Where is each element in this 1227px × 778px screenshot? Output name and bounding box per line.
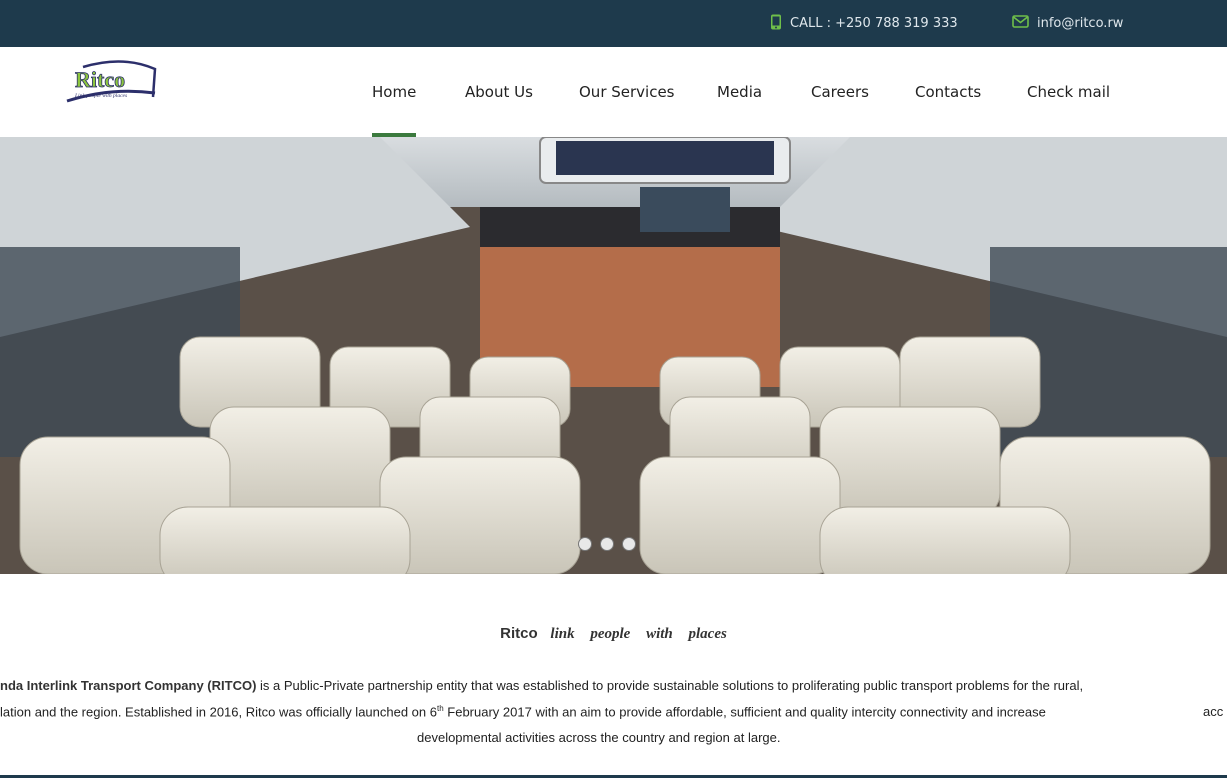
- bus-interior-image: [0, 137, 1227, 574]
- slide-dot-3[interactable]: [622, 537, 636, 551]
- nav-our-services[interactable]: Our Services: [579, 47, 675, 137]
- logo-text: Ritco: [75, 67, 125, 92]
- slide-dot-2[interactable]: [600, 537, 614, 551]
- slide-dot-1[interactable]: [578, 537, 592, 551]
- intro-line-2-a: lation and the region. Established in 20…: [0, 704, 437, 720]
- top-contact-bar: CALL : +250 788 319 333 info@ritco.rw: [0, 0, 1227, 47]
- main-header: Ritco Link people with places Home About…: [0, 47, 1227, 137]
- tagline: Ritco link people with places: [0, 624, 1227, 643]
- nav-about-us[interactable]: About Us: [465, 47, 533, 137]
- intro-line-1-rest: is a Public-Private partnership entity t…: [256, 678, 1084, 693]
- slider-dots: [578, 537, 636, 551]
- nav-home[interactable]: Home: [372, 47, 417, 137]
- ritco-logo[interactable]: Ritco Link people with places: [63, 57, 159, 107]
- nav-media[interactable]: Media: [717, 47, 762, 137]
- mail-icon: [1012, 15, 1029, 32]
- email-contact[interactable]: info@ritco.rw: [1012, 0, 1123, 47]
- intro-line-2-b: February 2017 with an aim to provide aff…: [443, 704, 1046, 720]
- logo-subtext: Link people with places: [74, 93, 127, 99]
- ordinal-suffix: th: [437, 704, 444, 713]
- company-name: nda Interlink Transport Company (RITCO): [0, 678, 257, 693]
- nav-check-mail[interactable]: Check mail: [1027, 47, 1110, 137]
- tagline-brand: Ritco: [500, 625, 538, 642]
- intro-line-1: nda Interlink Transport Company (RITCO) …: [0, 678, 1083, 693]
- nav-careers[interactable]: Careers: [811, 47, 869, 137]
- phone-contact[interactable]: CALL : +250 788 319 333: [770, 0, 958, 47]
- email-text: info@ritco.rw: [1037, 16, 1124, 31]
- intro-line-2-tail: acc: [1203, 704, 1224, 719]
- phone-icon: [770, 14, 782, 34]
- intro-line-3: developmental activities across the coun…: [417, 730, 781, 745]
- phone-text: CALL : +250 788 319 333: [790, 16, 958, 31]
- hero-slider[interactable]: [0, 137, 1227, 574]
- nav-contacts[interactable]: Contacts: [915, 47, 981, 137]
- intro-line-2: lation and the region. Established in 20…: [0, 704, 1046, 719]
- tagline-motto: link people with places: [550, 626, 727, 642]
